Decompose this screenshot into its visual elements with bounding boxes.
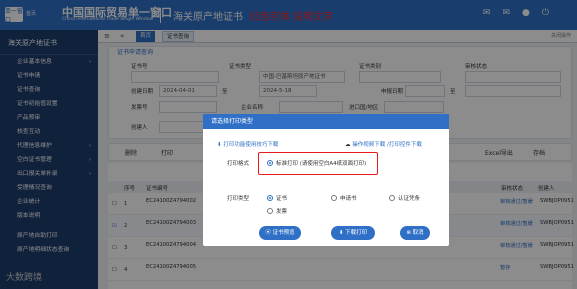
download-print-button[interactable]: ⬇ 下载打印 [331,226,375,240]
radio-selected-icon [267,195,273,201]
highlight-box [258,152,378,175]
radio-icon [389,195,395,201]
close-icon: ⊗ [406,230,411,236]
type-invoice-radio[interactable]: 发票 [267,207,287,215]
cloud-download-icon: ☁ [345,142,351,148]
print-type-dialog: 请选择打印类型 ⬇ 打印功能使用技巧下载 ☁ 操作视频下载 /打印控件下载 打印… [203,114,449,246]
cancel-button[interactable]: ⊗ 取消 [400,226,430,240]
type-cert-radio[interactable]: 证书 [267,194,287,202]
tips-download-link[interactable]: ⬇ 打印功能使用技巧下载 [217,140,278,148]
print-format-label: 打印格式 [227,161,250,167]
dialog-title: 请选择打印类型 [203,114,449,129]
type-application-radio[interactable]: 申请书 [331,194,357,202]
print-type-label: 打印类型 [227,196,250,202]
type-voucher-radio[interactable]: 认证凭条 [389,194,420,202]
video-download-link[interactable]: ☁ 操作视频下载 /打印控件下载 [345,140,422,148]
cert-preview-button[interactable]: ⦿ 证书预览 [259,226,301,240]
radio-icon [331,195,337,201]
download-icon: ⬇ [217,142,222,148]
preview-icon: ⦿ [265,230,271,236]
radio-icon [267,208,273,214]
download-icon: ⬇ [338,230,344,236]
